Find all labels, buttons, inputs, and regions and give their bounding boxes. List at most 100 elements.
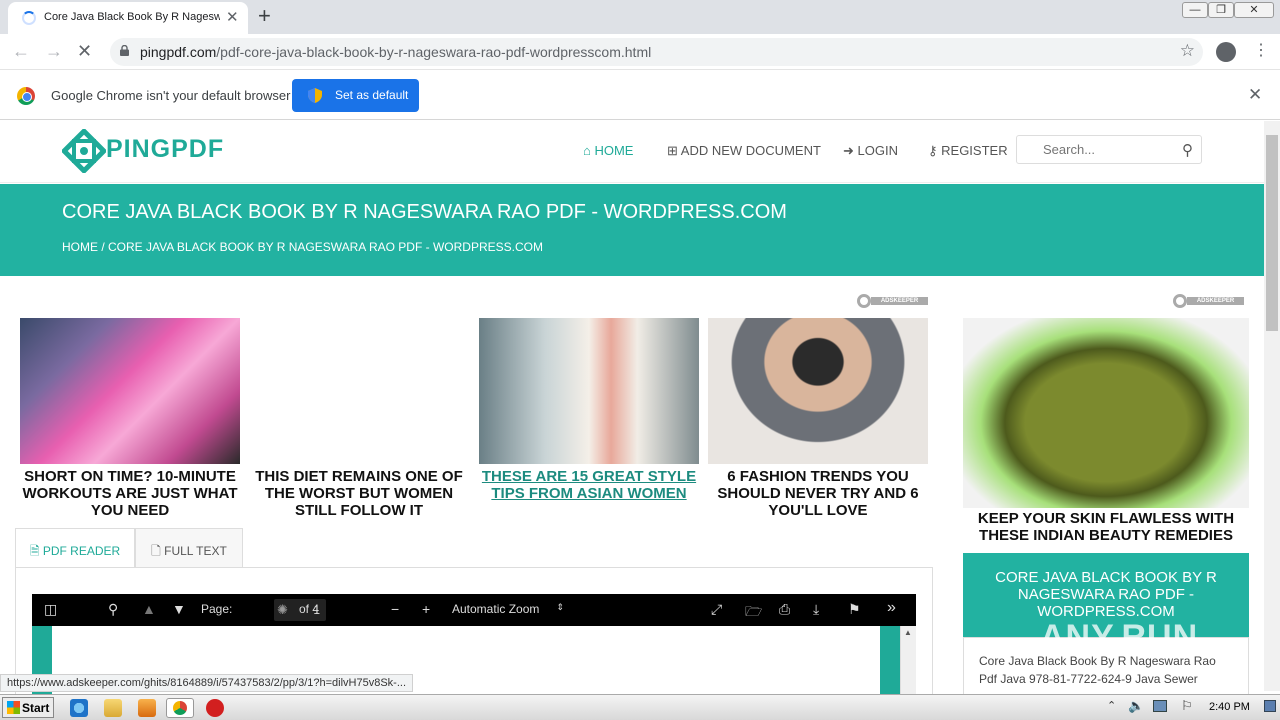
presentation-mode-icon[interactable]: ⤢: [711, 601, 722, 618]
volume-icon[interactable]: 🔈: [1128, 698, 1144, 714]
set-as-default-label: Set as default: [335, 88, 409, 102]
print-icon[interactable]: ⎙: [779, 601, 790, 618]
adskeeper-key-icon: [857, 294, 871, 308]
pdf-search-icon[interactable]: ⚲: [108, 601, 118, 618]
site-header: PINGPDF ⌂ HOME ⊞ ADD NEW DOCUMENT ➜ LOGI…: [0, 121, 1264, 183]
ad-image-skin[interactable]: [963, 318, 1249, 508]
stop-loading-icon[interactable]: ✕: [77, 41, 92, 62]
adskeeper-label: ADSKEEPER: [871, 297, 928, 305]
ad-image-workout[interactable]: [20, 318, 240, 464]
infobar-close-icon[interactable]: ✕: [1248, 85, 1262, 105]
nav-login-label: LOGIN: [857, 143, 898, 158]
breadcrumb[interactable]: HOME / CORE JAVA BLACK BOOK BY R NAGESWA…: [62, 240, 543, 254]
tab-title: Core Java Black Book By R Nageswara: [44, 11, 220, 23]
scrollbar-thumb[interactable]: [1266, 135, 1278, 331]
nav-register[interactable]: ⚷ REGISTER: [928, 143, 1008, 159]
tab-pdf-reader-label: PDF READER: [42, 544, 121, 558]
open-file-icon[interactable]: 🗁: [745, 601, 762, 625]
adskeeper-key-icon: [1173, 294, 1187, 308]
restore-window-button[interactable]: ❐: [1208, 2, 1234, 18]
new-tab-icon[interactable]: +: [258, 3, 271, 29]
download-icon[interactable]: ⤓: [813, 601, 819, 618]
scroll-up-icon[interactable]: ▲: [904, 628, 912, 637]
key-icon: ⚷: [928, 143, 942, 158]
ad-title[interactable]: 6 FASHION TRENDS YOU SHOULD NEVER TRY AN…: [708, 468, 928, 519]
adskeeper-badge-side[interactable]: ADSKEEPER: [1173, 293, 1244, 309]
page-label: Page:: [201, 602, 233, 616]
sidebar-toggle-icon[interactable]: ◫: [44, 601, 57, 618]
browser-menu-icon[interactable]: ⋮: [1253, 40, 1269, 60]
pdf-right-border: [880, 626, 900, 696]
ad-title-side[interactable]: KEEP YOUR SKIN FLAWLESS WITH THESE INDIA…: [963, 510, 1249, 544]
browser-tab-strip: Core Java Black Book By R Nageswara ✕ + …: [0, 0, 1280, 34]
file-text-icon: 🗋: [151, 544, 165, 558]
taskbar-clock[interactable]: 2:40 PM: [1209, 701, 1250, 713]
tools-chevron-icon[interactable]: »: [887, 599, 896, 617]
start-label: Start: [22, 701, 50, 715]
explorer-folder-icon[interactable]: [104, 699, 122, 717]
nav-add-document[interactable]: ⊞ ADD NEW DOCUMENT: [667, 143, 821, 159]
ad-title[interactable]: THIS DIET REMAINS ONE OF THE WORST BUT W…: [249, 468, 469, 519]
pingpdf-logo-icon[interactable]: [62, 129, 106, 173]
ad-title-link[interactable]: THESE ARE 15 GREAT STYLE TIPS FROM ASIAN…: [479, 468, 699, 502]
next-page-icon[interactable]: ▼: [172, 601, 186, 617]
pdf-scrollbar[interactable]: ▲: [900, 626, 916, 696]
media-player-icon[interactable]: [138, 699, 156, 717]
page-scrollbar[interactable]: [1264, 121, 1280, 691]
chrome-icon: [173, 701, 187, 715]
set-as-default-button[interactable]: Set as default: [292, 79, 419, 112]
nav-login[interactable]: ➜ LOGIN: [843, 143, 898, 159]
ie-icon[interactable]: [70, 699, 88, 717]
previous-page-icon[interactable]: ▲: [142, 601, 156, 617]
ad-image-style[interactable]: [479, 318, 699, 464]
minimize-window-button[interactable]: —: [1182, 2, 1208, 18]
loading-icon: ✺: [277, 602, 288, 617]
select-arrows-icon: ⇕: [556, 602, 564, 612]
start-button[interactable]: Start: [2, 697, 54, 718]
search-icon[interactable]: ⚲: [1182, 141, 1193, 159]
action-center-flag-icon[interactable]: ⚐: [1181, 698, 1193, 714]
plus-square-icon: ⊞: [667, 143, 681, 158]
url-text: pingpdf.com/pdf-core-java-black-book-by-…: [140, 44, 651, 60]
forward-icon[interactable]: →: [45, 41, 63, 62]
shield-icon: [308, 88, 322, 103]
search-input[interactable]: [1043, 142, 1173, 157]
nav-register-label: REGISTER: [941, 143, 1008, 158]
nav-add-document-label: ADD NEW DOCUMENT: [680, 143, 821, 158]
bookmark-icon[interactable]: ⚑: [848, 601, 861, 618]
zoom-out-icon[interactable]: −: [391, 601, 399, 617]
bookmark-star-icon[interactable]: ☆: [1180, 41, 1195, 61]
close-window-button[interactable]: ✕: [1234, 2, 1274, 18]
account-avatar-icon[interactable]: [1216, 42, 1236, 62]
url-domain: pingpdf.com: [140, 44, 217, 60]
chrome-taskbar-button[interactable]: [166, 698, 194, 718]
back-icon[interactable]: ←: [12, 41, 30, 62]
zoom-value: Automatic Zoom: [452, 602, 540, 616]
nav-home-label: HOME: [594, 143, 634, 158]
browser-tab[interactable]: Core Java Black Book By R Nageswara ✕: [8, 2, 248, 34]
ad-title[interactable]: SHORT ON TIME? 10-MINUTE WORKOUTS ARE JU…: [20, 468, 240, 519]
tray-expand-icon[interactable]: ⌃: [1107, 699, 1116, 712]
tab-full-text-label: FULL TEXT: [164, 544, 227, 558]
zoom-in-icon[interactable]: +: [422, 601, 430, 617]
url-path: /pdf-core-java-black-book-by-r-nageswara…: [216, 44, 652, 60]
tab-pdf-reader[interactable]: 🗎 PDF READER: [15, 528, 135, 568]
tab-full-text[interactable]: 🗋 FULL TEXT: [135, 528, 243, 568]
network-icon[interactable]: [1153, 700, 1167, 712]
sign-in-icon: ➜: [843, 143, 858, 158]
security-app-icon[interactable]: [206, 699, 224, 717]
watermark: ANY.RUN: [1040, 618, 1199, 656]
ad-image-fashion[interactable]: [708, 318, 928, 464]
show-desktop-icon[interactable]: [1264, 700, 1276, 712]
page-total: of 4: [299, 602, 320, 616]
tab-close-icon[interactable]: ✕: [226, 8, 239, 26]
zoom-select[interactable]: Automatic Zoom ⇕: [446, 599, 568, 621]
adskeeper-badge[interactable]: ADSKEEPER: [857, 293, 928, 309]
page-banner: CORE JAVA BLACK BOOK BY R NAGESWARA RAO …: [0, 184, 1264, 276]
address-bar[interactable]: pingpdf.com/pdf-core-java-black-book-by-…: [110, 38, 1203, 66]
site-logo-text[interactable]: PINGPDF: [106, 135, 224, 164]
nav-home[interactable]: ⌂ HOME: [583, 143, 633, 158]
infobar-message: Google Chrome isn't your default browser: [51, 88, 291, 103]
file-pdf-icon: 🗎: [29, 544, 43, 558]
default-browser-infobar: Google Chrome isn't your default browser…: [0, 71, 1280, 120]
